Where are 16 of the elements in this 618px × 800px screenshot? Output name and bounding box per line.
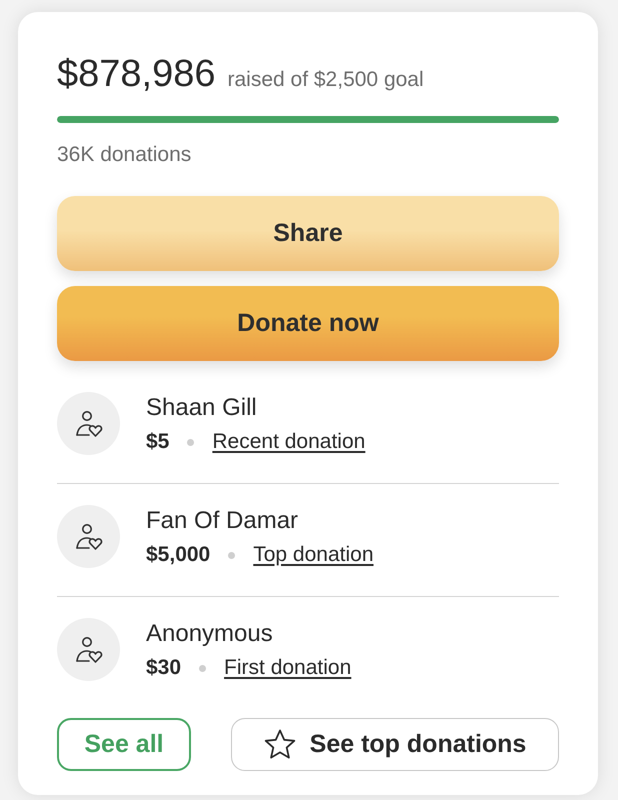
donation-amount: $5,000 bbox=[146, 542, 210, 568]
goal-text: raised of $2,500 goal bbox=[228, 67, 424, 93]
donation-type-link[interactable]: Recent donation bbox=[212, 429, 366, 455]
donation-type-link[interactable]: Top donation bbox=[253, 542, 374, 568]
raised-amount: $878,986 bbox=[57, 53, 216, 95]
share-button[interactable]: Share bbox=[57, 196, 559, 271]
donor-name: Fan Of Damar bbox=[146, 506, 298, 535]
donate-button[interactable]: Donate now bbox=[57, 286, 559, 361]
donation-type-link[interactable]: First donation bbox=[224, 655, 352, 681]
donations-count: 36K donations bbox=[57, 142, 192, 168]
donation-amount: $30 bbox=[146, 655, 182, 681]
donation-amount: $5 bbox=[146, 429, 170, 455]
star-icon bbox=[264, 729, 296, 760]
donor-name: Shaan Gill bbox=[146, 393, 257, 422]
see-top-donations-button[interactable]: See top donations bbox=[231, 718, 559, 771]
donor-name: Anonymous bbox=[146, 619, 273, 648]
